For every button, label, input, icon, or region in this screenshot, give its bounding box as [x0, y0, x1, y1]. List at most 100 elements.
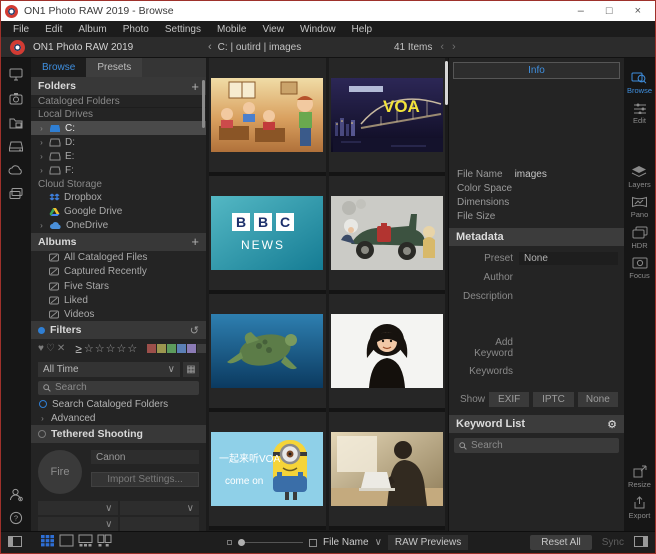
photo-thumbnail-woman[interactable]: [329, 294, 446, 412]
back-chevron-icon[interactable]: ‹: [208, 41, 212, 53]
filmstrip-view-icon[interactable]: [78, 534, 93, 552]
next-page-icon[interactable]: ›: [452, 41, 456, 53]
expand-chevron-icon[interactable]: ›: [38, 138, 45, 147]
search-cataloged-toggle[interactable]: Search Cataloged Folders: [31, 397, 206, 411]
module-layers[interactable]: Layers: [628, 165, 651, 189]
compare-view-icon[interactable]: [97, 534, 112, 552]
tethered-dropdown[interactable]: ∨: [38, 517, 118, 531]
album-all-cataloged[interactable]: All Cataloged Files: [31, 251, 206, 265]
camera-icon[interactable]: [8, 92, 24, 105]
grid-scrollbar[interactable]: [445, 61, 448, 105]
module-focus[interactable]: Focus: [629, 257, 649, 280]
photo-thumbnail-bbc-news[interactable]: B B C NEWS: [209, 176, 326, 294]
gear-icon[interactable]: ⚙: [607, 418, 617, 431]
like-icon[interactable]: ♥: [38, 343, 44, 354]
albums-panel-header[interactable]: Albums +: [31, 233, 206, 251]
menu-mobile[interactable]: Mobile: [209, 24, 254, 35]
metadata-header[interactable]: Metadata: [449, 228, 624, 246]
cataloged-folders-label[interactable]: Cataloged Folders: [31, 95, 206, 108]
reset-all-button[interactable]: Reset All: [530, 535, 591, 550]
tab-browse[interactable]: Browse: [31, 58, 86, 77]
advanced-toggle[interactable]: › Advanced: [31, 411, 206, 425]
reject-icon[interactable]: ✕: [57, 343, 65, 354]
filter-reset-icon[interactable]: ↺: [190, 324, 199, 337]
breadcrumb-path[interactable]: C: | outird | images: [218, 42, 302, 53]
drive-icon[interactable]: [8, 140, 24, 153]
tethered-dropdown[interactable]: ∨: [120, 501, 200, 515]
album-videos[interactable]: Videos: [31, 307, 206, 321]
drive-row-c[interactable]: › C:: [31, 121, 206, 135]
minimize-button[interactable]: –: [578, 5, 584, 17]
menu-view[interactable]: View: [254, 24, 292, 35]
module-pano[interactable]: Pano: [631, 196, 649, 219]
tool-export[interactable]: Export: [629, 496, 651, 520]
preset-select[interactable]: None: [519, 252, 618, 265]
add-album-icon[interactable]: +: [191, 234, 199, 249]
tethered-dropdown[interactable]: [120, 517, 200, 531]
color-swatch-gray[interactable]: [197, 344, 206, 353]
sync-button[interactable]: Sync: [602, 537, 624, 548]
album-liked[interactable]: Liked: [31, 293, 206, 307]
color-swatch-blue[interactable]: [177, 344, 186, 353]
menu-help[interactable]: Help: [344, 24, 381, 35]
folders-panel-header[interactable]: Folders +: [31, 77, 206, 95]
chevron-down-icon[interactable]: ∨: [375, 537, 382, 548]
greater-equal-icon[interactable]: ≥: [75, 342, 82, 356]
expand-chevron-icon[interactable]: ›: [38, 124, 45, 133]
maximize-button[interactable]: □: [606, 5, 613, 17]
show-exif-button[interactable]: EXIF: [489, 392, 529, 407]
keywords-field[interactable]: [519, 365, 618, 378]
color-swatch-green[interactable]: [167, 344, 176, 353]
filters-panel-header[interactable]: Filters ↺: [31, 321, 206, 339]
tool-resize[interactable]: Resize: [628, 465, 651, 489]
drive-row-f[interactable]: › F:: [31, 164, 206, 178]
tethered-dropdown[interactable]: ∨: [38, 501, 118, 515]
drive-row-e[interactable]: › E:: [31, 149, 206, 163]
keyword-list-header[interactable]: Keyword List ⚙: [449, 415, 624, 433]
grid-view-icon[interactable]: [40, 534, 55, 552]
fire-button[interactable]: Fire: [38, 450, 82, 494]
calendar-icon[interactable]: ▦: [183, 362, 199, 377]
help-icon[interactable]: ?: [9, 511, 23, 525]
detail-view-icon[interactable]: [59, 534, 74, 552]
expand-chevron-icon[interactable]: ›: [38, 166, 45, 175]
sidebar-scrollbar[interactable]: [202, 80, 205, 128]
photo-thumbnail-voa-bridge[interactable]: VOA: [329, 58, 446, 176]
module-hdr[interactable]: HDR: [631, 226, 647, 250]
import-settings-button[interactable]: Import Settings...: [91, 472, 199, 487]
cloud-icon[interactable]: [8, 164, 24, 176]
slider-knob[interactable]: [238, 539, 245, 546]
color-swatch-yellow[interactable]: [157, 344, 166, 353]
show-none-button[interactable]: None: [578, 392, 618, 407]
keyword-search-input[interactable]: Search: [454, 438, 619, 453]
tab-presets[interactable]: Presets: [86, 58, 142, 77]
camera-select[interactable]: Canon: [91, 450, 199, 464]
raw-previews-label[interactable]: RAW Previews: [388, 535, 468, 550]
photo-thumbnail-sea-turtle[interactable]: [209, 294, 326, 412]
album-captured-recently[interactable]: Captured Recently: [31, 265, 206, 279]
tethered-panel-header[interactable]: Tethered Shooting: [31, 425, 206, 443]
dislike-icon[interactable]: ♡: [46, 343, 55, 354]
color-swatch-purple[interactable]: [187, 344, 196, 353]
thumbnail-size-slider[interactable]: [238, 539, 303, 546]
left-panel-toggle-icon[interactable]: [8, 534, 22, 552]
time-range-select[interactable]: All Time ∨: [38, 362, 180, 377]
photo-thumbnail-classroom[interactable]: [209, 58, 326, 176]
module-browse[interactable]: Browse: [627, 70, 652, 95]
menu-edit[interactable]: Edit: [37, 24, 70, 35]
description-field[interactable]: [519, 290, 618, 303]
show-iptc-button[interactable]: IPTC: [533, 392, 573, 407]
file-name-checkbox[interactable]: [309, 539, 317, 547]
drive-row-d[interactable]: › D:: [31, 135, 206, 149]
menu-photo[interactable]: Photo: [115, 24, 157, 35]
right-panel-toggle-icon[interactable]: [634, 534, 648, 552]
account-icon[interactable]: [9, 488, 24, 502]
menu-file[interactable]: File: [5, 24, 37, 35]
filter-search-input[interactable]: Search: [38, 381, 199, 395]
cloud-row-onedrive[interactable]: › OneDrive: [31, 219, 206, 233]
monitor-icon[interactable]: [8, 68, 24, 81]
menu-album[interactable]: Album: [70, 24, 114, 35]
color-swatch-red[interactable]: [147, 344, 156, 353]
cloud-row-dropbox[interactable]: Dropbox: [31, 191, 206, 205]
photo-thumbnail-man-laptop[interactable]: [329, 412, 446, 530]
